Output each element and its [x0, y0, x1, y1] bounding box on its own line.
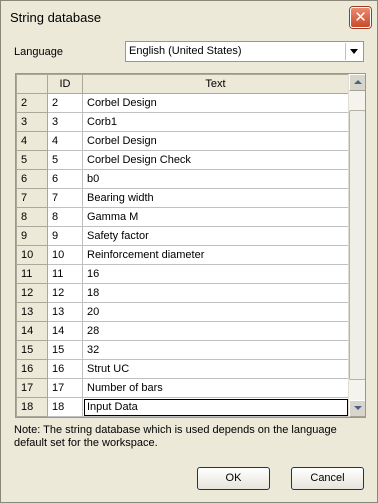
language-selected-value: English (United States) — [129, 45, 242, 57]
id-cell[interactable]: 4 — [47, 131, 83, 151]
text-cell[interactable]: b0 — [82, 169, 349, 189]
string-table[interactable]: ID Text 2 2 Corbel Design 3 3 Corb1 4 4 Corbel D… — [15, 73, 366, 418]
table-row[interactable]: 15 15 32 — [16, 340, 349, 360]
text-cell[interactable]: Corbel Design — [82, 93, 349, 113]
scrollbar-thumb[interactable] — [349, 110, 365, 380]
table-row[interactable]: 13 13 20 — [16, 302, 349, 322]
dialog-title: String database — [10, 10, 102, 25]
table-row[interactable]: 6 6 b0 — [16, 169, 349, 189]
row-header-cell[interactable]: 15 — [16, 340, 48, 360]
table-row[interactable]: 10 10 Reinforcement diameter — [16, 245, 349, 265]
id-cell[interactable]: 5 — [47, 150, 83, 170]
text-cell[interactable]: Input Data — [82, 397, 349, 417]
row-header-cell[interactable]: 11 — [16, 264, 48, 284]
table-row[interactable]: 9 9 Safety factor — [16, 226, 349, 246]
text-cell[interactable]: Corbel Design — [82, 131, 349, 151]
table-row[interactable]: 8 8 Gamma M — [16, 207, 349, 227]
text-cell[interactable]: Safety factor — [82, 226, 349, 246]
row-header-cell[interactable]: 6 — [16, 169, 48, 189]
row-header-cell[interactable]: 14 — [16, 321, 48, 341]
close-icon[interactable]: ✕ — [350, 7, 371, 28]
row-header-cell[interactable]: 4 — [16, 131, 48, 151]
vertical-scrollbar[interactable] — [348, 74, 365, 417]
id-cell[interactable]: 14 — [47, 321, 83, 341]
text-cell[interactable]: Corb1 — [82, 112, 349, 132]
row-header-cell[interactable]: 8 — [16, 207, 48, 227]
title-bar[interactable]: String database ✕ — [2, 2, 376, 32]
table-row[interactable]: 3 3 Corb1 — [16, 112, 349, 132]
table-row[interactable]: 4 4 Corbel Design — [16, 131, 349, 151]
text-cell[interactable]: Strut UC — [82, 359, 349, 379]
table-row[interactable]: 2 2 Corbel Design — [16, 93, 349, 113]
cancel-button[interactable]: Cancel — [291, 467, 364, 490]
string-database-dialog: String database ✕ Language English (Unit… — [0, 0, 378, 503]
id-cell[interactable]: 15 — [47, 340, 83, 360]
row-header-cell[interactable]: 3 — [16, 112, 48, 132]
id-cell[interactable]: 2 — [47, 93, 83, 113]
row-header-cell[interactable]: 10 — [16, 245, 48, 265]
text-cell[interactable]: 16 — [82, 264, 349, 284]
row-header-cell[interactable]: 7 — [16, 188, 48, 208]
text-cell[interactable]: Bearing width — [82, 188, 349, 208]
ok-button[interactable]: OK — [197, 467, 270, 490]
id-cell[interactable]: 16 — [47, 359, 83, 379]
text-cell[interactable]: 32 — [82, 340, 349, 360]
id-cell[interactable]: 6 — [47, 169, 83, 189]
column-header-id[interactable]: ID — [47, 74, 83, 94]
text-cell[interactable]: Number of bars — [82, 378, 349, 398]
row-header-cell[interactable]: 18 — [16, 397, 48, 417]
table-row[interactable]: 16 16 Strut UC — [16, 359, 349, 379]
row-header-cell[interactable]: 16 — [16, 359, 48, 379]
table-row[interactable]: 7 7 Bearing width — [16, 188, 349, 208]
scroll-up-icon[interactable] — [349, 74, 365, 91]
text-cell[interactable]: 18 — [82, 283, 349, 303]
text-cell[interactable]: Gamma M — [82, 207, 349, 227]
scroll-down-icon[interactable] — [349, 400, 365, 417]
column-header-text[interactable]: Text — [82, 74, 349, 94]
id-cell[interactable]: 17 — [47, 378, 83, 398]
table-row[interactable]: 17 17 Number of bars — [16, 378, 349, 398]
id-cell[interactable]: 9 — [47, 226, 83, 246]
id-cell[interactable]: 11 — [47, 264, 83, 284]
row-header-cell[interactable]: 2 — [16, 93, 48, 113]
id-cell[interactable]: 18 — [47, 397, 83, 417]
text-cell[interactable]: Corbel Design Check — [82, 150, 349, 170]
chevron-down-icon[interactable] — [345, 43, 362, 60]
id-cell[interactable]: 12 — [47, 283, 83, 303]
table-row[interactable]: 11 11 16 — [16, 264, 349, 284]
table-row[interactable]: 12 12 18 — [16, 283, 349, 303]
id-cell[interactable]: 3 — [47, 112, 83, 132]
id-cell[interactable]: 10 — [47, 245, 83, 265]
table-row[interactable]: 18 18 Input Data — [16, 397, 349, 417]
text-cell[interactable]: 28 — [82, 321, 349, 341]
id-cell[interactable]: 7 — [47, 188, 83, 208]
text-cell[interactable]: Reinforcement diameter — [82, 245, 349, 265]
corner-header[interactable] — [16, 74, 48, 94]
row-header-cell[interactable]: 13 — [16, 302, 48, 322]
language-label: Language — [14, 46, 63, 58]
table-header-row: ID Text — [16, 74, 349, 94]
language-dropdown[interactable]: English (United States) — [125, 41, 364, 62]
text-cell[interactable]: 20 — [82, 302, 349, 322]
row-header-cell[interactable]: 12 — [16, 283, 48, 303]
workspace-note: Note: The string database which is used … — [14, 424, 337, 449]
row-header-cell[interactable]: 9 — [16, 226, 48, 246]
row-header-cell[interactable]: 17 — [16, 378, 48, 398]
table-row[interactable]: 14 14 28 — [16, 321, 349, 341]
id-cell[interactable]: 13 — [47, 302, 83, 322]
id-cell[interactable]: 8 — [47, 207, 83, 227]
table-row[interactable]: 5 5 Corbel Design Check — [16, 150, 349, 170]
row-header-cell[interactable]: 5 — [16, 150, 48, 170]
